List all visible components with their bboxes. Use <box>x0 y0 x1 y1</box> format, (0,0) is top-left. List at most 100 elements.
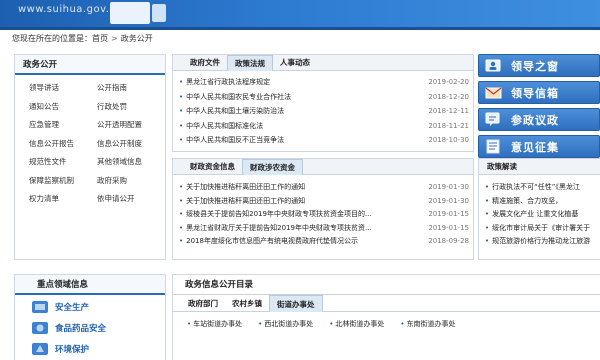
leader-window-button[interactable]: 领导之窗 <box>478 54 600 77</box>
tab-personnel-news[interactable]: 人事动态 <box>273 55 317 71</box>
focus-link-label: 食品药品安全 <box>55 323 107 334</box>
article-link[interactable]: 黑龙江省行政执法程序规定 <box>179 75 270 90</box>
finance-panel: 财政资金信息 财政涉农资金 关于加快推进秸秆离田还田工作的通知 2019-01-3… <box>172 158 474 260</box>
finance-tabs: 财政资金信息 财政涉农资金 <box>173 159 473 175</box>
article-date: 2019-01-30 <box>428 183 469 191</box>
interpretation-list: 行政执法不可“任性”《黑龙江 精准施策、合力攻坚， 发展文化产业 让重文化植基 … <box>479 175 600 249</box>
quick-link-label: 意见征集 <box>511 140 559 154</box>
street-office-list: 车站街道办事处 西北街道办事处 北林街道办事处 东南街道办事处 <box>173 312 600 329</box>
panel-title: 政务信息公开目录 <box>173 275 600 295</box>
article-date: 2018-11-21 <box>428 121 469 130</box>
affairs-link[interactable]: 领导讲话 <box>29 79 97 98</box>
list-item: 关于加快推进秸秆离田还田工作的通知 2019-01-30 <box>179 195 469 209</box>
panel-title: 重点领域信息 <box>15 275 165 295</box>
feedback-icon <box>485 139 503 154</box>
quick-links: 领导之窗 领导信箱 参政议政 意见征集 <box>478 54 600 162</box>
quick-link-label: 参政议政 <box>511 113 559 127</box>
article-link[interactable]: 黑龙江省财政厅关于提前告知2019年中央财政专项扶贫资... <box>179 222 372 236</box>
article-link[interactable]: 中华人民共和国反不正当竞争法 <box>179 133 284 148</box>
quick-link-label: 领导之窗 <box>511 59 559 73</box>
breadcrumb-home[interactable]: 首页 <box>92 34 108 43</box>
feedback-collection-button[interactable]: 意见征集 <box>478 135 600 158</box>
article-link[interactable]: 关于加快推进秸秆离田还田工作的通知 <box>179 181 305 195</box>
policy-list: 黑龙江省行政执法程序规定 2019-02-20 中华人民共和国农民专业合作社法 20… <box>173 71 473 148</box>
quick-link-label: 领导信箱 <box>511 86 559 100</box>
article-date: 2018-09-28 <box>428 237 469 245</box>
street-office-link[interactable]: 北林街道办事处 <box>329 319 384 329</box>
affairs-link[interactable]: 依申请公开 <box>97 190 165 209</box>
environment-icon <box>31 342 49 356</box>
breadcrumb: 您现在所在的位置是：首页 > 政务公开 <box>12 30 153 48</box>
finance-list: 关于加快推进秸秆离田还田工作的通知 2019-01-30 关于加快推进秸秆离田还田… <box>173 175 473 249</box>
mailbox-icon <box>485 85 503 100</box>
list-item: 中华人民共和国标准化法 2018-11-21 <box>179 119 469 134</box>
list-item: 绥棱县关于提前告知2019年中央财政专项扶贫资金项目的... 2019-01-15 <box>179 208 469 222</box>
affairs-link-grid: 领导讲话 公开指南 通知公告 行政处罚 应急管理 公开透明配置 信息公开报告 信… <box>15 75 165 209</box>
policy-panel: 政府文件 政策法规 人事动态 黑龙江省行政执法程序规定 2019-02-20 中华… <box>172 54 474 152</box>
government-affairs-panel: 政务公开 领导讲话 公开指南 通知公告 行政处罚 应急管理 公开透明配置 信息公… <box>14 54 166 260</box>
list-item: 中华人民共和国农民专业合作社法 2018-12-20 <box>179 90 469 105</box>
interpretation-link[interactable]: 规范旅游价格行为推动龙江旅游 <box>485 235 600 249</box>
site-url: www.suihua.gov.cn <box>18 4 123 15</box>
article-link[interactable]: 关于加快推进秸秆离田还田工作的通知 <box>179 195 305 209</box>
focus-area-panel: 重点领域信息 安全生产 食品药品安全 环境保护 <box>14 274 166 360</box>
article-link[interactable]: 中华人民共和国农民专业合作社法 <box>179 90 291 105</box>
affairs-link[interactable]: 通知公告 <box>29 98 97 117</box>
breadcrumb-separator: > <box>111 34 118 43</box>
focus-link-environment[interactable]: 环境保护 <box>15 339 165 358</box>
interpretation-link[interactable]: 绥化市审计局关于《审计署关于 <box>485 222 600 236</box>
article-link[interactable]: 中华人民共和国土壤污染防治法 <box>179 104 284 119</box>
list-item: 关于加快推进秸秆离田还田工作的通知 2019-01-30 <box>179 181 469 195</box>
panel-title: 政策解读 <box>479 159 600 175</box>
focus-link-label: 安全生产 <box>55 302 90 313</box>
tab-government-departments[interactable]: 政府部门 <box>181 295 225 312</box>
article-date: 2019-01-30 <box>428 196 469 205</box>
affairs-link[interactable]: 保障监察机制 <box>29 172 97 191</box>
discussion-icon <box>485 112 503 127</box>
affairs-link[interactable]: 信息公开制度 <box>97 135 165 154</box>
policy-tabs: 政府文件 政策法规 人事动态 <box>173 55 473 71</box>
disclosure-directory-panel: 政务信息公开目录 政府部门 农村乡镇 街道办事处 车站街道办事处 西北街道办事处… <box>172 274 600 360</box>
tab-government-documents[interactable]: 政府文件 <box>183 55 227 71</box>
affairs-link[interactable]: 政府采购 <box>97 172 165 191</box>
affairs-link[interactable]: 规范性文件 <box>29 153 97 172</box>
article-date: 2018-12-11 <box>428 107 469 115</box>
article-link[interactable]: 2018年度绥化市信息图产有统电视费政府代垫情况公示 <box>179 235 358 249</box>
tab-street-offices[interactable]: 街道办事处 <box>269 295 323 312</box>
affairs-link[interactable]: 公开指南 <box>97 79 165 98</box>
panel-title: 政务公开 <box>15 55 165 75</box>
street-office-link[interactable]: 东南街道办事处 <box>400 319 456 329</box>
site-banner: www.suihua.gov.cn <box>0 0 600 30</box>
tab-policy-regulations[interactable]: 政策法规 <box>227 55 273 71</box>
affairs-link[interactable]: 公开透明配置 <box>97 116 165 135</box>
political-participation-button[interactable]: 参政议政 <box>478 108 600 131</box>
focus-link-safety[interactable]: 安全生产 <box>15 297 165 316</box>
list-item: 中华人民共和国土壤污染防治法 2018-12-11 <box>179 104 469 119</box>
interpretation-link[interactable]: 精准施策、合力攻坚， <box>485 195 600 209</box>
tab-rural-towns[interactable]: 农村乡镇 <box>225 295 269 312</box>
affairs-link[interactable]: 应急管理 <box>29 116 97 135</box>
focus-link-label: 环境保护 <box>55 344 90 355</box>
list-item: 黑龙江省行政执法程序规定 2019-02-20 <box>179 75 469 90</box>
tab-finance-funds[interactable]: 财政资金信息 <box>183 159 242 175</box>
affairs-link[interactable]: 行政处罚 <box>97 98 165 117</box>
street-office-link[interactable]: 西北街道办事处 <box>258 319 313 329</box>
interpretation-link[interactable]: 发展文化产业 让重文化植基 <box>485 208 600 222</box>
article-link[interactable]: 绥棱县关于提前告知2019年中央财政专项扶贫资金项目的... <box>179 208 372 222</box>
focus-link-food-drug[interactable]: 食品药品安全 <box>15 318 165 337</box>
leader-icon <box>485 58 503 73</box>
directory-tabs: 政府部门 农村乡镇 街道办事处 <box>173 295 600 312</box>
article-date: 2019-01-15 <box>428 210 469 218</box>
article-link[interactable]: 中华人民共和国标准化法 <box>179 119 263 134</box>
leader-mailbox-button[interactable]: 领导信箱 <box>478 81 600 104</box>
article-date: 2019-01-15 <box>428 223 469 232</box>
street-office-link[interactable]: 车站街道办事处 <box>187 319 242 329</box>
affairs-link[interactable]: 其他领域信息 <box>97 153 165 172</box>
food-drug-icon <box>31 321 49 335</box>
affairs-link[interactable]: 权力清单 <box>29 190 97 209</box>
breadcrumb-prefix: 您现在所在的位置是： <box>12 34 92 43</box>
tab-agricultural-funds[interactable]: 财政涉农资金 <box>242 159 303 175</box>
interpretation-link[interactable]: 行政执法不可“任性”《黑龙江 <box>485 181 600 195</box>
safety-icon <box>31 300 49 314</box>
affairs-link[interactable]: 信息公开报告 <box>29 135 97 154</box>
